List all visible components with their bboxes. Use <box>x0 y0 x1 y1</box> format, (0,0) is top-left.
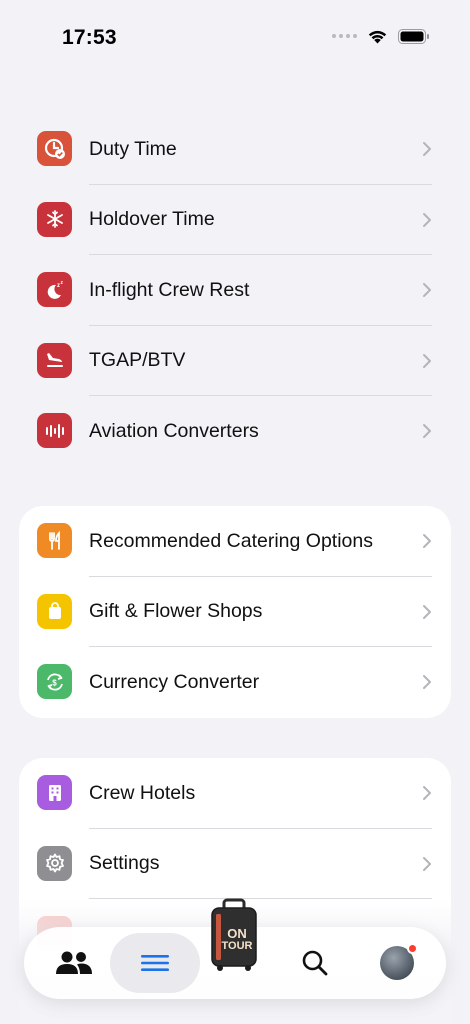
list-item-label: Aviation Converters <box>89 419 259 442</box>
list-item-settings[interactable]: Settings <box>19 829 451 899</box>
list-item-label: Settings <box>89 852 160 875</box>
services-card: Recommended Catering Options Gift & Flow… <box>19 506 451 718</box>
wifi-icon <box>368 30 387 44</box>
building-icon <box>37 775 72 810</box>
snowflake-icon <box>37 201 72 237</box>
plane-landing-icon <box>37 342 72 378</box>
list-item-crew-hotels[interactable]: Crew Hotels <box>19 758 451 829</box>
svg-text:$: $ <box>52 678 57 687</box>
shopping-bag-icon <box>37 593 72 629</box>
chevron-right-icon <box>423 283 431 297</box>
list-item-label: In-flight Crew Rest <box>89 278 250 301</box>
chevron-right-icon <box>423 675 431 689</box>
list-item-inflight-crew-rest[interactable]: zz In-flight Crew Rest <box>19 255 451 326</box>
chevron-right-icon <box>423 212 431 227</box>
list-item-catering[interactable]: Recommended Catering Options <box>19 506 451 577</box>
chevron-right-icon <box>423 424 431 438</box>
search-icon <box>302 950 328 976</box>
list-item-label: Currency Converter <box>89 670 260 693</box>
list-item-holdover-time[interactable]: Holdover Time <box>19 185 451 255</box>
list-item-gift-flower-shops[interactable]: Gift & Flower Shops <box>19 577 451 647</box>
list-item-label: Duty Time <box>89 137 177 160</box>
menu-tab[interactable] <box>110 933 200 993</box>
waveform-icon <box>37 413 72 448</box>
menu-lines-icon <box>141 955 169 971</box>
clock-check-icon <box>37 131 72 166</box>
gear-icon <box>37 845 72 881</box>
svg-text:z: z <box>60 280 63 286</box>
on-tour-tab[interactable]: ON TOUR <box>206 898 262 972</box>
battery-icon <box>398 28 429 44</box>
status-time: 17:53 <box>62 26 117 49</box>
list-item-currency-converter[interactable]: $ Currency Converter <box>19 647 451 718</box>
list-item-label: Recommended Catering Options <box>89 529 373 552</box>
list-item-label: TGAP/BTV <box>89 349 186 372</box>
list-item-label: Gift & Flower Shops <box>89 600 263 623</box>
on-tour-label: ON TOUR <box>221 926 253 952</box>
list-item-label: Crew Hotels <box>89 781 196 804</box>
chevron-right-icon <box>423 142 431 156</box>
profile-tab[interactable] <box>362 933 432 993</box>
list-item-label: Holdover Time <box>89 208 215 231</box>
cellular-signal-icon <box>332 34 357 38</box>
tools-list: Duty Time Holdover Time zz In-flight Cre… <box>19 114 451 467</box>
currency-exchange-icon: $ <box>37 664 72 699</box>
chevron-right-icon <box>423 856 431 871</box>
fork-knife-icon <box>37 523 72 558</box>
list-item-duty-time[interactable]: Duty Time <box>19 114 451 185</box>
notification-badge <box>407 943 418 954</box>
moon-zzz-icon: zz <box>37 272 72 307</box>
people-icon <box>56 951 92 974</box>
list-item-tgap-btv[interactable]: TGAP/BTV <box>19 326 451 396</box>
chevron-right-icon <box>423 534 431 548</box>
crew-tab[interactable] <box>34 933 114 993</box>
chevron-right-icon <box>423 353 431 368</box>
chevron-right-icon <box>423 604 431 619</box>
avatar-icon <box>380 943 418 980</box>
status-indicators <box>332 28 430 44</box>
chevron-right-icon <box>423 786 431 800</box>
search-tab[interactable] <box>280 933 350 993</box>
status-bar: 17:53 <box>0 0 470 76</box>
list-item-aviation-converters[interactable]: Aviation Converters <box>19 396 451 467</box>
